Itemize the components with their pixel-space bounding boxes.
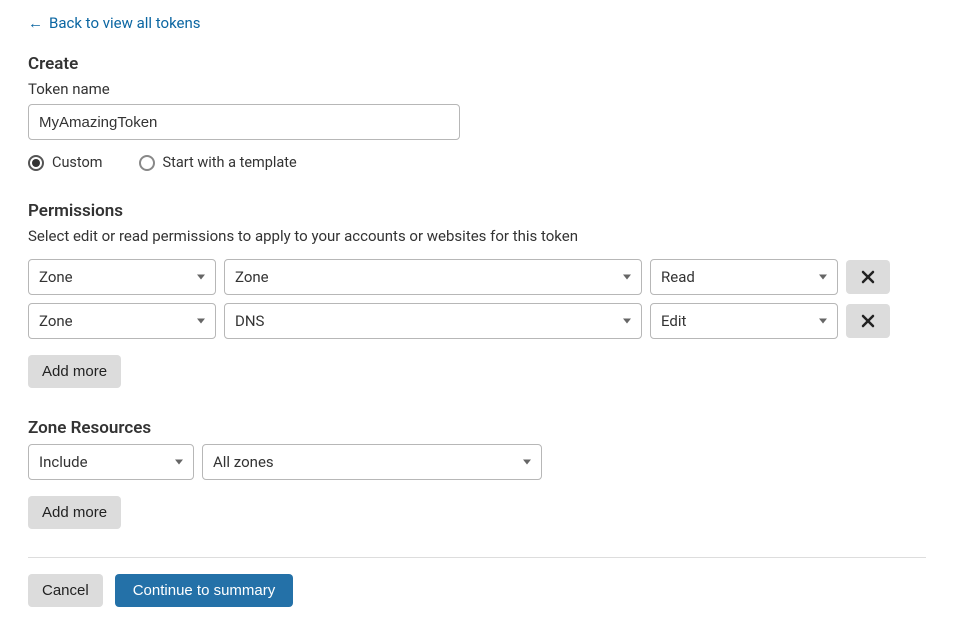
add-zone-resource-button[interactable]: Add more (28, 496, 121, 529)
radio-custom[interactable]: Custom (28, 154, 103, 171)
zone-mode-select[interactable]: Include (28, 444, 194, 480)
radio-template[interactable]: Start with a template (139, 154, 297, 171)
chevron-down-icon (623, 319, 631, 324)
radio-custom-label: Custom (52, 154, 103, 171)
perm-resource-select[interactable]: Zone (224, 259, 642, 295)
chevron-down-icon (523, 460, 531, 465)
button-label: Add more (42, 363, 107, 380)
back-link-text: Back to view all tokens (49, 14, 201, 32)
close-icon (861, 314, 875, 328)
select-value: All zones (213, 453, 274, 471)
arrow-left-icon: ← (28, 14, 43, 32)
perm-resource-select[interactable]: DNS (224, 303, 642, 339)
add-permission-button[interactable]: Add more (28, 355, 121, 388)
zone-resources-title: Zone Resources (28, 418, 926, 438)
token-name-input[interactable] (28, 104, 460, 140)
page-title: Create (28, 54, 926, 74)
permissions-desc: Select edit or read permissions to apply… (28, 227, 926, 245)
zone-target-select[interactable]: All zones (202, 444, 542, 480)
remove-row-button[interactable] (846, 304, 890, 338)
perm-scope-select[interactable]: Zone (28, 259, 216, 295)
zone-resource-row: Include All zones (28, 444, 926, 480)
select-value: Read (661, 268, 695, 286)
select-value: Edit (661, 312, 686, 330)
close-icon (861, 270, 875, 284)
remove-row-button[interactable] (846, 260, 890, 294)
divider (28, 557, 926, 558)
chevron-down-icon (819, 275, 827, 280)
button-label: Add more (42, 504, 107, 521)
token-name-label: Token name (28, 80, 926, 98)
radio-template-label: Start with a template (163, 154, 297, 171)
chevron-down-icon (819, 319, 827, 324)
perm-scope-select[interactable]: Zone (28, 303, 216, 339)
back-link[interactable]: ← Back to view all tokens (28, 14, 201, 32)
permission-row: Zone Zone Read (28, 259, 926, 295)
button-label: Cancel (42, 582, 89, 599)
chevron-down-icon (197, 275, 205, 280)
select-value: DNS (235, 312, 264, 330)
perm-access-select[interactable]: Read (650, 259, 838, 295)
select-value: Include (39, 453, 88, 471)
select-value: Zone (39, 268, 73, 286)
chevron-down-icon (623, 275, 631, 280)
radio-icon (139, 155, 155, 171)
chevron-down-icon (197, 319, 205, 324)
permission-row: Zone DNS Edit (28, 303, 926, 339)
chevron-down-icon (175, 460, 183, 465)
select-value: Zone (39, 312, 73, 330)
perm-access-select[interactable]: Edit (650, 303, 838, 339)
select-value: Zone (235, 268, 269, 286)
continue-button[interactable]: Continue to summary (115, 574, 294, 607)
button-label: Continue to summary (133, 582, 276, 599)
cancel-button[interactable]: Cancel (28, 574, 103, 607)
radio-icon (28, 155, 44, 171)
permissions-title: Permissions (28, 201, 926, 221)
